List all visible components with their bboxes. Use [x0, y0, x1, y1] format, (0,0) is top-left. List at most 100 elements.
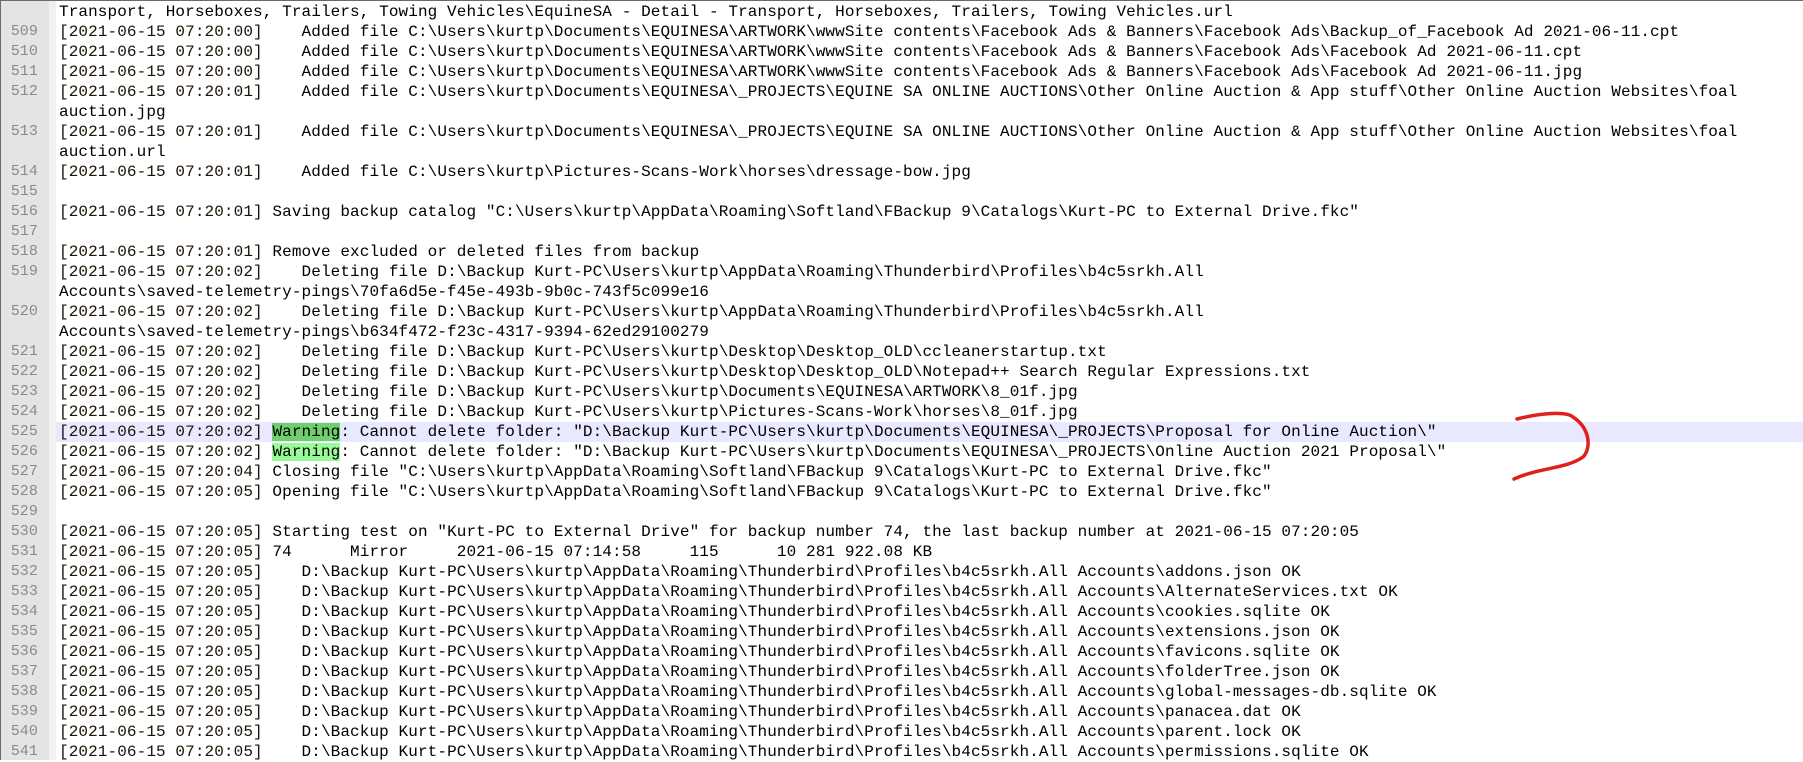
line-text[interactable]	[56, 502, 1803, 522]
text-editor[interactable]: Transport, Horseboxes, Trailers, Towing …	[0, 0, 1803, 762]
editor-line[interactable]: 511 [2021-06-15 07:20:00] Added file C:\U…	[1, 62, 1803, 82]
line-number: 509	[10, 23, 38, 40]
line-text[interactable]: [2021-06-15 07:20:05] D:\Backup Kurt-PC\…	[56, 602, 1803, 622]
log-message: Deleting file D:\Backup Kurt-PC\Users\ku…	[262, 363, 1311, 381]
editor-line[interactable]: 527 [2021-06-15 07:20:04] Closing file "C…	[1, 462, 1803, 482]
line-text[interactable]: Accounts\saved-telemetry-pings\b634f472-…	[56, 322, 1803, 342]
warning-keyword-highlight: Warning	[272, 443, 341, 461]
log-message: Added file C:\Users\kurtp\Pictures-Scans…	[262, 163, 971, 181]
line-text[interactable]: [2021-06-15 07:20:01] Added file C:\User…	[56, 122, 1803, 142]
line-text[interactable]: auction.url	[56, 142, 1803, 162]
editor-line[interactable]: Accounts\saved-telemetry-pings\b634f472-…	[1, 322, 1803, 342]
line-text[interactable]: [2021-06-15 07:20:05] D:\Backup Kurt-PC\…	[56, 662, 1803, 682]
log-message-wrapped: Accounts\saved-telemetry-pings\b634f472-…	[59, 323, 710, 341]
log-message: Opening file "C:\Users\kurtp\AppData\Roa…	[262, 483, 1272, 501]
log-timestamp: [2021-06-15 07:20:02]	[59, 343, 263, 361]
editor-line[interactable]: 528 [2021-06-15 07:20:05] Opening file "C…	[1, 482, 1803, 502]
editor-line[interactable]: 524 [2021-06-15 07:20:02] Deleting file D…	[1, 402, 1803, 422]
line-number: 518	[10, 243, 38, 260]
line-text[interactable]: [2021-06-15 07:20:05] D:\Backup Kurt-PC\…	[56, 702, 1803, 722]
line-text[interactable]: [2021-06-15 07:20:01] Saving backup cata…	[56, 202, 1803, 222]
log-message: Deleting file D:\Backup Kurt-PC\Users\ku…	[262, 303, 1204, 321]
line-text[interactable]: [2021-06-15 07:20:02] Warning: Cannot de…	[56, 442, 1803, 462]
editor-line[interactable]: Transport, Horseboxes, Trailers, Towing …	[1, 2, 1803, 22]
log-message: D:\Backup Kurt-PC\Users\kurtp\AppData\Ro…	[262, 643, 1340, 661]
line-text[interactable]: [2021-06-15 07:20:05] D:\Backup Kurt-PC\…	[56, 622, 1803, 642]
editor-line[interactable]: 536 [2021-06-15 07:20:05] D:\Backup Kurt-…	[1, 642, 1803, 662]
editor-line[interactable]: 531 [2021-06-15 07:20:05] 74 Mirror 2021-…	[1, 542, 1803, 562]
log-timestamp: [2021-06-15 07:20:02]	[59, 303, 263, 321]
line-text[interactable]: [2021-06-15 07:20:05] Opening file "C:\U…	[56, 482, 1803, 502]
line-number: 539	[10, 703, 38, 720]
log-message: : Cannot delete folder: "D:\Backup Kurt-…	[340, 443, 1447, 461]
line-text[interactable]: [2021-06-15 07:20:05] D:\Backup Kurt-PC\…	[56, 562, 1803, 582]
editor-line[interactable]: 513 [2021-06-15 07:20:01] Added file C:\U…	[1, 122, 1803, 142]
line-text[interactable]: Transport, Horseboxes, Trailers, Towing …	[56, 2, 1803, 22]
editor-line[interactable]: 522 [2021-06-15 07:20:02] Deleting file D…	[1, 362, 1803, 382]
line-text[interactable]: [2021-06-15 07:20:01] Remove excluded or…	[56, 242, 1803, 262]
line-text[interactable]: [2021-06-15 07:20:02] Deleting file D:\B…	[56, 302, 1803, 322]
editor-line[interactable]: Accounts\saved-telemetry-pings\70fa6d5e-…	[1, 282, 1803, 302]
editor-line[interactable]: 539 [2021-06-15 07:20:05] D:\Backup Kurt-…	[1, 702, 1803, 722]
log-message: D:\Backup Kurt-PC\Users\kurtp\AppData\Ro…	[262, 563, 1301, 581]
editor-line[interactable]: 519 [2021-06-15 07:20:02] Deleting file D…	[1, 262, 1803, 282]
editor-line[interactable]: 534 [2021-06-15 07:20:05] D:\Backup Kurt-…	[1, 602, 1803, 622]
line-text[interactable]: [2021-06-15 07:20:02] Deleting file D:\B…	[56, 402, 1803, 422]
editor-line[interactable]: 529	[1, 502, 1803, 522]
editor-line[interactable]: 515	[1, 182, 1803, 202]
line-text[interactable]: [2021-06-15 07:20:01] Added file C:\User…	[56, 162, 1803, 182]
editor-line[interactable]: 530 [2021-06-15 07:20:05] Starting test o…	[1, 522, 1803, 542]
editor-line[interactable]: 537 [2021-06-15 07:20:05] D:\Backup Kurt-…	[1, 662, 1803, 682]
line-text[interactable]: [2021-06-15 07:20:05] D:\Backup Kurt-PC\…	[56, 722, 1803, 742]
log-timestamp: [2021-06-15 07:20:05]	[59, 723, 263, 741]
line-text[interactable]: [2021-06-15 07:20:02] Deleting file D:\B…	[56, 362, 1803, 382]
editor-line[interactable]: 541 [2021-06-15 07:20:05] D:\Backup Kurt-…	[1, 742, 1803, 762]
editor-line[interactable]: 510 [2021-06-15 07:20:00] Added file C:\U…	[1, 42, 1803, 62]
line-number: 526	[10, 443, 38, 460]
line-text[interactable]: [2021-06-15 07:20:01] Added file C:\User…	[56, 82, 1803, 102]
line-text[interactable]: [2021-06-15 07:20:05] D:\Backup Kurt-PC\…	[56, 642, 1803, 662]
editor-line[interactable]: 509 [2021-06-15 07:20:00] Added file C:\U…	[1, 22, 1803, 42]
editor-line[interactable]: 526 [2021-06-15 07:20:02] Warning: Cannot…	[1, 442, 1803, 462]
line-text[interactable]: [2021-06-15 07:20:05] 74 Mirror 2021-06-…	[56, 542, 1803, 562]
editor-line[interactable]: 520 [2021-06-15 07:20:02] Deleting file D…	[1, 302, 1803, 322]
editor-line[interactable]: 540 [2021-06-15 07:20:05] D:\Backup Kurt-…	[1, 722, 1803, 742]
line-text[interactable]	[56, 222, 1803, 242]
editor-line[interactable]: auction.jpg	[1, 102, 1803, 122]
editor-line[interactable]: 525 [2021-06-15 07:20:02] Warning: Cannot…	[1, 422, 1803, 442]
line-text[interactable]: [2021-06-15 07:20:02] Warning: Cannot de…	[56, 422, 1803, 442]
log-timestamp: [2021-06-15 07:20:05]	[59, 563, 263, 581]
editor-line[interactable]: auction.url	[1, 142, 1803, 162]
log-timestamp: [2021-06-15 07:20:01]	[59, 243, 263, 261]
line-text[interactable]: auction.jpg	[56, 102, 1803, 122]
line-text[interactable]	[56, 182, 1803, 202]
log-message: 74 Mirror 2021-06-15 07:14:58 115 10 281…	[262, 543, 933, 561]
line-text[interactable]: [2021-06-15 07:20:05] D:\Backup Kurt-PC\…	[56, 582, 1803, 602]
editor-line[interactable]: 518 [2021-06-15 07:20:01] Remove excluded…	[1, 242, 1803, 262]
editor-line[interactable]: 538 [2021-06-15 07:20:05] D:\Backup Kurt-…	[1, 682, 1803, 702]
line-text[interactable]: [2021-06-15 07:20:02] Deleting file D:\B…	[56, 262, 1803, 282]
editor-line[interactable]: 512 [2021-06-15 07:20:01] Added file C:\U…	[1, 82, 1803, 102]
line-number: 537	[10, 663, 38, 680]
line-text[interactable]: [2021-06-15 07:20:05] Starting test on "…	[56, 522, 1803, 542]
line-text[interactable]: [2021-06-15 07:20:00] Added file C:\User…	[56, 22, 1803, 42]
line-text[interactable]: [2021-06-15 07:20:02] Deleting file D:\B…	[56, 382, 1803, 402]
editor-line[interactable]: 514 [2021-06-15 07:20:01] Added file C:\U…	[1, 162, 1803, 182]
line-number: 528	[10, 483, 38, 500]
editor-line[interactable]: 517	[1, 222, 1803, 242]
editor-lines[interactable]: Transport, Horseboxes, Trailers, Towing …	[1, 2, 1803, 762]
line-text[interactable]: [2021-06-15 07:20:02] Deleting file D:\B…	[56, 342, 1803, 362]
line-text[interactable]: [2021-06-15 07:20:05] D:\Backup Kurt-PC\…	[56, 742, 1803, 762]
editor-line[interactable]: 532 [2021-06-15 07:20:05] D:\Backup Kurt-…	[1, 562, 1803, 582]
editor-line[interactable]: 516 [2021-06-15 07:20:01] Saving backup c…	[1, 202, 1803, 222]
line-text[interactable]: [2021-06-15 07:20:00] Added file C:\User…	[56, 42, 1803, 62]
editor-line[interactable]: 523 [2021-06-15 07:20:02] Deleting file D…	[1, 382, 1803, 402]
editor-line[interactable]: 521 [2021-06-15 07:20:02] Deleting file D…	[1, 342, 1803, 362]
line-text[interactable]: [2021-06-15 07:20:04] Closing file "C:\U…	[56, 462, 1803, 482]
line-text[interactable]: Accounts\saved-telemetry-pings\70fa6d5e-…	[56, 282, 1803, 302]
line-text[interactable]: [2021-06-15 07:20:00] Added file C:\User…	[56, 62, 1803, 82]
warning-keyword-highlight: Warning	[272, 423, 341, 441]
editor-line[interactable]: 533 [2021-06-15 07:20:05] D:\Backup Kurt-…	[1, 582, 1803, 602]
line-text[interactable]: [2021-06-15 07:20:05] D:\Backup Kurt-PC\…	[56, 682, 1803, 702]
editor-line[interactable]: 535 [2021-06-15 07:20:05] D:\Backup Kurt-…	[1, 622, 1803, 642]
